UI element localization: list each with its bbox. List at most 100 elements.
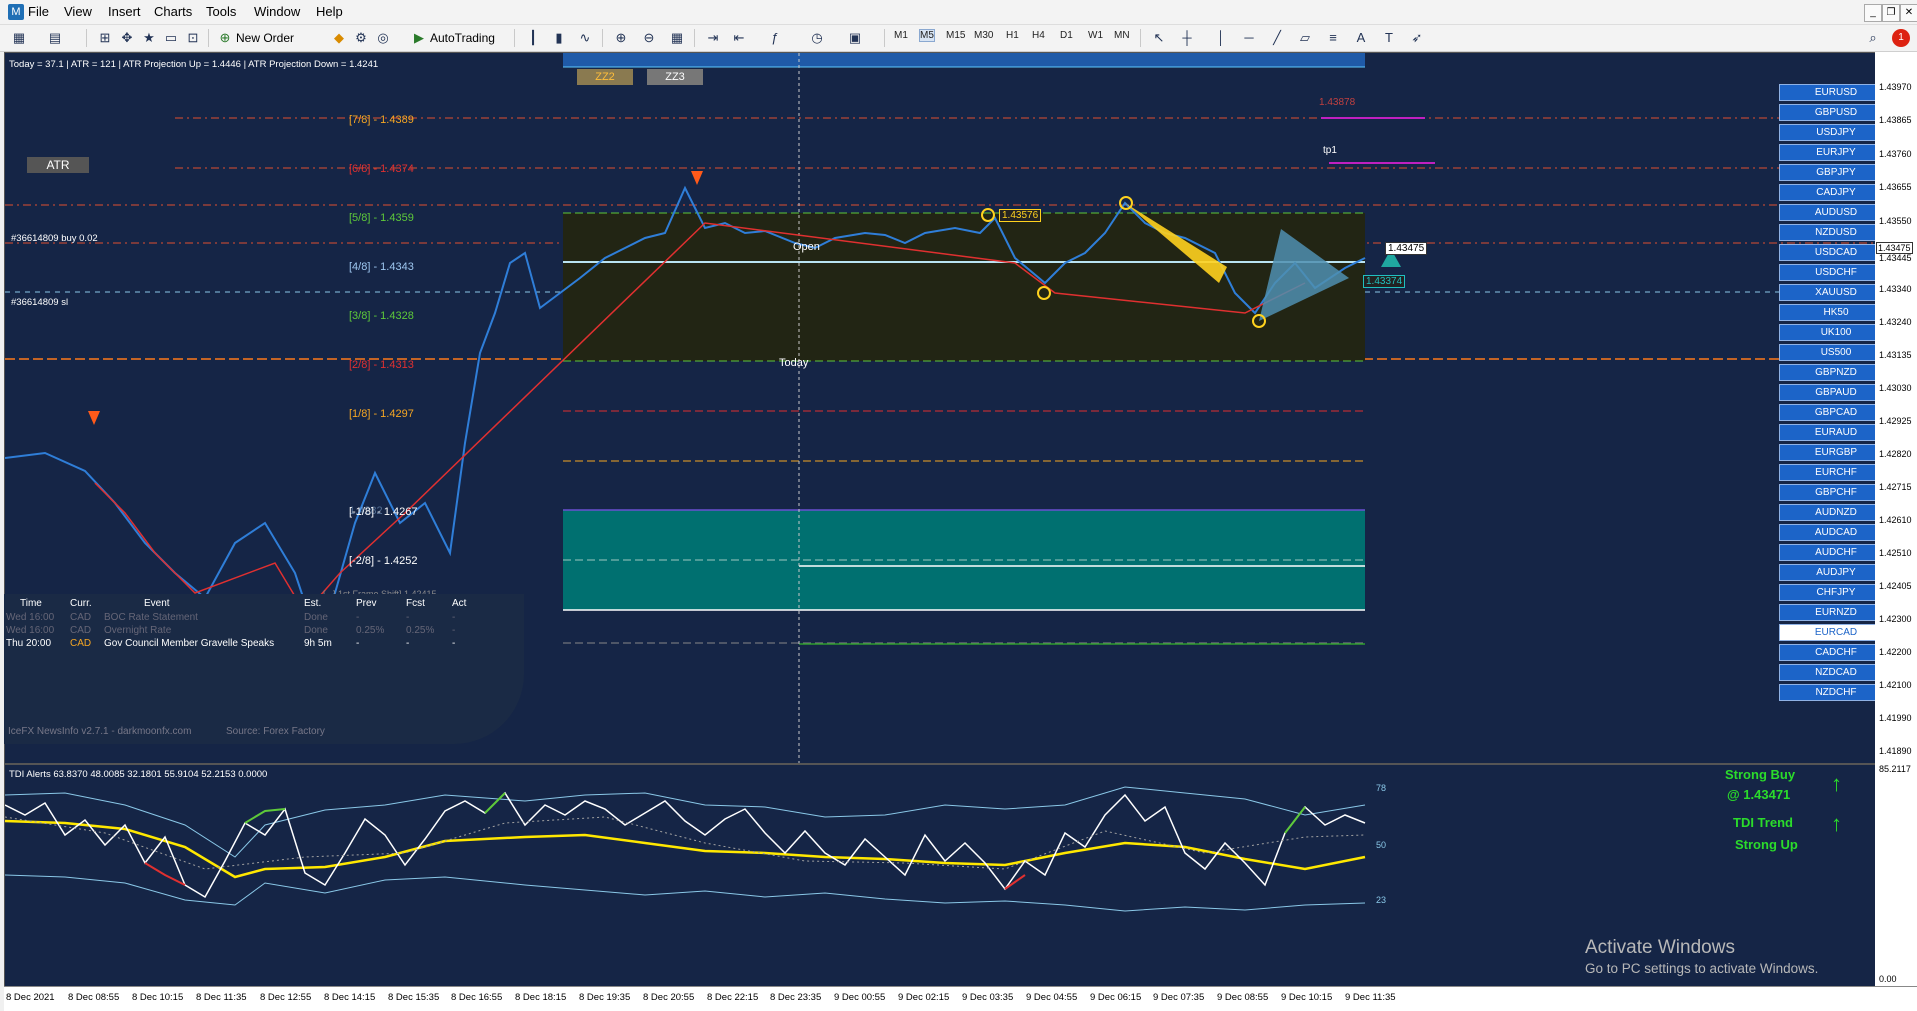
murrey-level-3-8: [3/8] - 1.4328 [349,310,414,322]
price-tick: 1.43135 [1879,350,1912,360]
crosshair-icon[interactable]: ┼ [1178,29,1196,47]
minimize-button[interactable]: _ [1864,4,1882,22]
signals-icon[interactable]: ◎ [374,29,392,47]
tp1-label: tp1 [1323,145,1337,156]
news-row-act: - [452,625,456,636]
price-tick: 1.42610 [1879,515,1912,525]
text-icon[interactable]: A [1352,29,1370,47]
tdi-header: TDI Alerts 63.8370 48.0085 32.1801 55.91… [9,769,268,780]
zoom-in-icon[interactable]: ⊕ [612,29,630,47]
today-label: Today [779,357,809,369]
candlestick-icon[interactable]: ▮ [550,29,568,47]
atr-button[interactable]: ATR [27,157,89,173]
tdi-trend-label: TDI Trend [1733,815,1793,830]
menu-file[interactable]: File [28,4,49,19]
channel-icon[interactable]: ▱ [1296,29,1314,47]
tdi-level-23: 23 [1376,895,1387,905]
timeframe-m1[interactable]: M1 [894,30,908,41]
news-row-prev: - [356,612,360,623]
data-window-icon[interactable]: ✥ [118,29,136,47]
news-row-currency: CAD [70,625,92,636]
vertical-line-icon[interactable]: │ [1212,29,1230,47]
menu-window[interactable]: Window [254,4,300,19]
zoom-out-icon[interactable]: ⊖ [640,29,658,47]
horizontal-line-icon[interactable]: ─ [1240,29,1258,47]
time-tick: 9 Dec 04:55 [1026,992,1078,1003]
price-tick: 1.42200 [1879,647,1912,657]
tdi-subwindow[interactable]: TDI Alerts 63.8370 48.0085 32.1801 55.91… [4,764,1876,988]
news-row-currency: CAD [70,638,92,649]
chart-shift-icon[interactable]: ⇤ [730,29,748,47]
restore-button[interactable]: ❐ [1882,4,1900,22]
new-order-button[interactable]: New Order [236,28,294,48]
timeframe-m15[interactable]: M15 [946,30,965,41]
tile-windows-icon[interactable]: ▦ [668,29,686,47]
news-row-est: 9h 5m [304,638,332,649]
time-tick: 8 Dec 22:15 [707,992,759,1003]
profiles-icon[interactable]: ▤ [46,29,64,47]
news-row-act: - [452,612,456,623]
cursor-icon[interactable]: ↖ [1150,29,1168,47]
news-row-fcst: 0.25% [406,625,435,636]
news-row-fcst: - [406,638,410,649]
tester-icon[interactable]: ⊡ [184,29,202,47]
toolbar: ▦ ▤ ⊞ ✥ ★ ▭ ⊡ ⊕ New Order ◆ ⚙ ◎ ▶ AutoTr… [0,25,1917,52]
order-sl-label: #36614809 sl [11,297,69,308]
navigator-icon[interactable]: ★ [140,29,158,47]
news-header-event: Event [144,598,170,609]
news-row-fcst: - [406,612,410,623]
news-row-prev: - [356,638,360,649]
news-row-currency: CAD [70,612,92,623]
up-arrow-icon: ↑ [1831,811,1842,836]
timeframe-mn[interactable]: MN [1114,30,1130,41]
close-button[interactable]: ✕ [1900,4,1917,22]
murrey-level-5-8: [5/8] - 1.4359 [349,212,414,224]
autoscroll-icon[interactable]: ⇥ [704,29,722,47]
up-arrow-icon: ↑ [1831,771,1842,796]
menu-charts[interactable]: Charts [154,4,192,19]
time-tick: 9 Dec 08:55 [1217,992,1269,1003]
terminal-icon[interactable]: ▭ [162,29,180,47]
time-axis: 8 Dec 2021 8 Dec 08:55 8 Dec 10:15 8 Dec… [4,986,1917,1011]
bar-chart-icon[interactable]: ┃ [524,29,542,47]
templates-icon[interactable]: ▣ [846,29,864,47]
zz2-button[interactable]: ZZ2 [577,69,633,85]
timeframe-h1[interactable]: H1 [1006,30,1019,41]
time-tick: 9 Dec 00:55 [834,992,886,1003]
indicators-icon[interactable]: ƒ [766,29,784,47]
price-tick: 1.42300 [1879,614,1912,624]
metaeditor-icon[interactable]: ◆ [330,29,348,47]
autotrading-button[interactable]: AutoTrading [430,28,495,48]
news-row-event: Overnight Rate [104,625,172,636]
time-tick: 8 Dec 08:55 [68,992,120,1003]
arrows-icon[interactable]: ➶ [1408,29,1426,47]
text-label-icon[interactable]: T [1380,29,1398,47]
time-tick: 8 Dec 12:55 [260,992,312,1003]
search-icon[interactable]: ⌕ [1864,29,1882,47]
menu-bar: M File View Insert Charts Tools Window H… [0,0,1917,25]
fibonacci-icon[interactable]: ≡ [1324,29,1342,47]
timeframe-m30[interactable]: M30 [974,30,993,41]
experts-icon[interactable]: ⚙ [352,29,370,47]
murrey-level-7-8: [7/8] - 1.4389 [349,114,414,126]
price-tick: 1.42405 [1879,581,1912,591]
timeframe-w1[interactable]: W1 [1088,30,1103,41]
market-watch-icon[interactable]: ⊞ [96,29,114,47]
news-header-act: Act [452,598,467,609]
timeframe-d1[interactable]: D1 [1060,30,1073,41]
menu-view[interactable]: View [64,4,92,19]
menu-tools[interactable]: Tools [206,4,236,19]
price-tick: 1.41990 [1879,713,1912,723]
new-chart-icon[interactable]: ▦ [10,29,28,47]
menu-help[interactable]: Help [316,4,343,19]
notification-icon[interactable]: 1 [1892,29,1910,47]
zz3-button[interactable]: ZZ3 [647,69,703,85]
price-tick: 1.43970 [1879,82,1912,92]
periods-icon[interactable]: ◷ [808,29,826,47]
tdi-signal-strong-buy: Strong Buy [1725,767,1796,782]
menu-insert[interactable]: Insert [108,4,141,19]
line-chart-icon[interactable]: ∿ [576,29,594,47]
timeframe-h4[interactable]: H4 [1032,30,1045,41]
timeframe-m5[interactable]: M5 [919,29,935,42]
trendline-icon[interactable]: ╱ [1268,29,1286,47]
